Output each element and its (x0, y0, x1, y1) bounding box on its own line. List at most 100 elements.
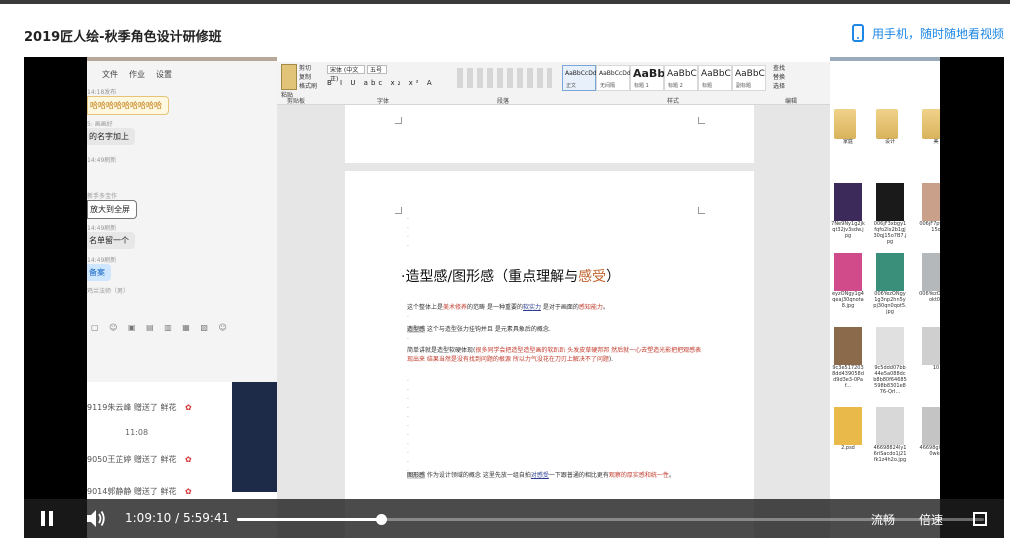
file-name: eyzONgy1g4qeaj30qnota8.jpg (831, 291, 864, 309)
margin-mark (395, 117, 402, 124)
flower-icon: ✿ (185, 403, 192, 412)
volume-icon[interactable] (86, 509, 106, 528)
quality-button[interactable]: 流畅 (871, 511, 895, 528)
chat-message: 名单留一个 (87, 232, 135, 249)
font-format-buttons: B I U abc x₂ x² A (327, 79, 435, 87)
style-name: 标题 1 (634, 83, 649, 89)
file-item: 10 (922, 327, 940, 371)
file-explorer: 家庭 设计 美 7Ne9Ny1g2jkqt32jv3sdw.jpg 006jF3… (830, 57, 940, 538)
explorer-top-strip (830, 57, 940, 61)
style-item: AaBbC 标题 2 (664, 65, 698, 91)
image-thumbnail (876, 407, 904, 445)
gift-user: 9050王芷婷 (87, 455, 132, 464)
editing-label: 编辑 (785, 98, 798, 105)
style-item: AaBbCcDd 正文 (562, 65, 597, 91)
margin-mark (698, 117, 705, 124)
font-label: 字体 (377, 98, 390, 105)
time-display: 1:09:10 / 5:59:41 (125, 511, 229, 525)
chat-message: 的名字加上 (87, 128, 135, 145)
word-window: 粘贴 剪切 复制 格式刷 剪贴板 宋体 (中文正) 五号 B I U abc x… (277, 57, 830, 538)
file-item: 46698gly5d20wkd (920, 407, 940, 457)
file-item: 2.psd (834, 407, 862, 451)
file-name: 006YezO3zq0okt0k (919, 291, 940, 303)
paste-icon (281, 64, 297, 90)
chat-menu-file: 文件 (102, 70, 118, 79)
fullscreen-icon-corner (973, 519, 980, 526)
chat-top-strip (87, 57, 277, 61)
chat-time: 11:08 (125, 428, 149, 437)
file-name: 美 (933, 139, 939, 145)
message-meta: 5: 画画好 (87, 121, 113, 128)
gift-item: 9050王芷婷 赠送了 鲜花 ✿ (87, 454, 192, 465)
empty-lines: · (407, 336, 409, 343)
doc-text: 的范畴 是一种重要的 (467, 304, 523, 311)
doc-text: 这个与造型张力挂钩并且 是元素具象后的概念. (425, 326, 551, 333)
doc-text-blue: 对感受 (530, 472, 549, 479)
doc-heading-highlight: 感受 (578, 269, 607, 285)
style-name: 副标题 (736, 83, 752, 89)
pause-button[interactable] (41, 511, 53, 526)
style-sample: AaBbCcDd (599, 70, 631, 77)
course-title: 2019匠人绘-秋季角色设计研修班 (24, 30, 222, 45)
file-item: eyzONgy1g4qeaj30qnota8.jpg (831, 253, 864, 309)
message-meta: 鸡兰法师（男） (87, 288, 130, 295)
fullscreen-icon (973, 512, 980, 519)
image-thumbnail (922, 327, 940, 365)
style-name: 正文 (566, 83, 577, 89)
file-name: 设计 (884, 139, 895, 145)
chat-menu-homework: 作业 (129, 70, 145, 79)
style-gallery: AaBbCcDd 正文 AaBbCcDd 无间隔 AaBb 标题 1 AaBbC… (562, 65, 766, 91)
video-player[interactable]: 文件 作业 设置 14:18发布 哈哈哈哈哈哈哈哈哈 5: 画画好 的名字加上 … (24, 57, 1004, 538)
style-sample: AaBbCcDd (565, 70, 597, 77)
doc-text: ). (608, 356, 614, 363)
gift-user: 9014郭静静 (87, 487, 132, 496)
file-name: 2.psd (841, 445, 855, 451)
doc-text-red: 美术修养 (443, 304, 468, 311)
style-name: 无间隔 (600, 83, 616, 89)
doc-text: 这个整体上是 (407, 304, 444, 311)
font-size-box: 五号 (367, 65, 387, 74)
clipboard-items: 剪切 复制 格式刷 (299, 64, 317, 91)
speed-button[interactable]: 倍速 (919, 511, 943, 528)
chat-panel: 文件 作业 设置 14:18发布 哈哈哈哈哈哈哈哈哈 5: 画画好 的名字加上 … (87, 57, 277, 538)
chat-message: 放大到全屏 (87, 200, 137, 219)
document-page: · · · · ·造型感/图形感（重点理解与感受） 这个整体上是美术修养的范畴 是一种… (345, 171, 754, 538)
mobile-watch-link[interactable]: 用手机，随时随地看视频 (851, 24, 1004, 42)
doc-text: 作为设计领域的概念 这里先放一组自拍 (425, 472, 531, 479)
doc-paragraph: 造型感 这个与造型张力挂钩并且 是元素具象后的概念. (407, 325, 707, 334)
file-name: 7Ne9Ny1g2jkqt32jv3sdw.jpg (831, 221, 865, 239)
doc-text: 。 (668, 472, 675, 479)
style-item: AaBbC 标题 (698, 65, 732, 91)
doc-text-blue: 软实力 (522, 304, 541, 311)
image-thumbnail (876, 183, 904, 221)
gift-action: 赠送了 鲜花 (133, 455, 177, 464)
file-item: 006YezONgy1g3np2hn5ypj30qn0qot5.jpg (873, 253, 907, 315)
image-thumbnail (922, 253, 940, 291)
image-thumbnail (922, 407, 940, 445)
image-thumbnail (922, 183, 940, 221)
progress-handle[interactable] (375, 514, 387, 525)
file-name: 006jF7p0tgm15o (919, 221, 940, 233)
chat-message: 哈哈哈哈哈哈哈哈哈 (87, 96, 169, 115)
file-item: 9c5ddd07bb44e5a088dcb8b80f64685598b8301e… (873, 327, 907, 395)
doc-text: 。 (602, 304, 609, 311)
doc-text-highlight: 造型感 (407, 326, 426, 333)
folder-icon (834, 109, 856, 139)
image-thumbnail (834, 327, 862, 365)
margin-mark (395, 207, 402, 214)
file-item: 设计 (876, 109, 904, 145)
message-meta: 14:49刷新 (87, 257, 117, 264)
fullscreen-button[interactable] (973, 512, 987, 526)
doc-text: 是对于画面的 (540, 304, 579, 311)
doc-text-red: 观察的厚实感和统一性 (608, 472, 669, 479)
doc-text: 一下跟普通的相比更有 (548, 472, 609, 479)
file-item: 46698824ly16riSacdo1j21fk1z4h2o.jpg (874, 407, 906, 463)
doc-text-red: 感知能力 (578, 304, 603, 311)
chat-toolbar[interactable]: ▢ ☺ ▣ ▤ ▥ ▦ ▧ ☺ (87, 323, 277, 337)
file-name: 9c5ddd07bb44e5a088dcb8b80f64685598b8301e… (873, 365, 907, 395)
style-name: 标题 (702, 83, 713, 89)
style-sample: AaBb (633, 67, 666, 80)
file-item: 006YezO3zq0okt0k (919, 253, 940, 303)
style-item: AaBb 标题 1 (630, 65, 666, 91)
progress-fill (237, 518, 381, 521)
